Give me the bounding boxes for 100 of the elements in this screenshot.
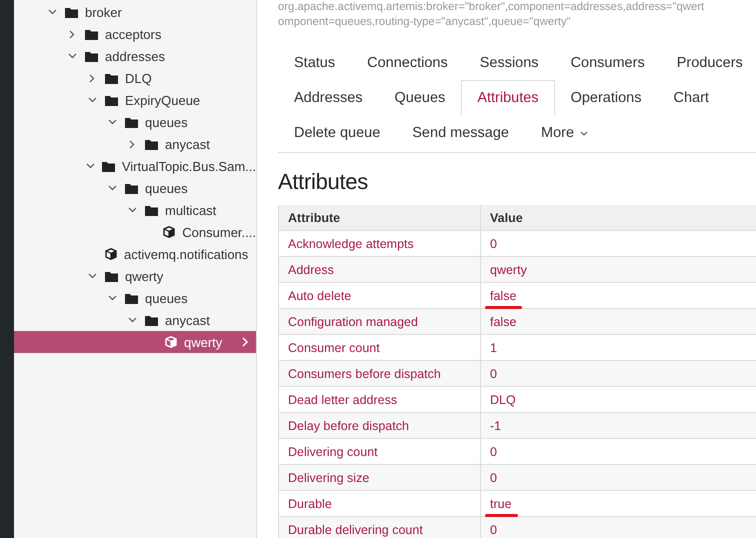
tree-item[interactable]: VirtualTopic.Bus.Sam... <box>14 155 256 177</box>
tab[interactable]: Operations <box>554 80 658 115</box>
tab[interactable]: Connections <box>351 45 464 80</box>
folder-icon <box>145 204 158 216</box>
chevron-right-icon[interactable] <box>89 74 95 82</box>
table-cell: Delivering count <box>279 439 481 464</box>
tree-item[interactable]: activemq.notifications <box>14 243 256 265</box>
cube-icon <box>105 248 117 260</box>
table-cell: 0 <box>490 236 497 250</box>
table-cell: -1 <box>490 418 502 432</box>
tree-item[interactable]: Consumer.... <box>14 221 256 243</box>
caret-icon <box>580 130 588 136</box>
tree-item-label: acceptors <box>105 26 162 42</box>
tab[interactable]: Producers <box>660 45 756 80</box>
chevron-right-icon <box>242 337 248 347</box>
object-name-text: omponent=queues,routing-type="anycast",queue="qwerty" <box>278 15 572 30</box>
folder-icon <box>105 72 118 84</box>
folder-icon <box>105 270 118 282</box>
tree-item[interactable]: acceptors <box>14 23 256 45</box>
folder-icon <box>125 292 138 304</box>
tree-item-label: VirtualTopic.Bus.Sam... <box>122 158 256 174</box>
object-name-text: org.apache.activemq.artemis:broker="broker",component=addresses,address="qwert <box>278 0 706 15</box>
tab[interactable]: Send message <box>396 115 525 150</box>
table-cell: false <box>490 314 516 328</box>
tree-item-label: anycast <box>165 312 210 328</box>
chevron-down-icon[interactable] <box>108 295 116 301</box>
chevron-down-icon[interactable] <box>128 317 136 323</box>
table-cell: qwerty <box>490 262 527 276</box>
tab[interactable]: Delete queue <box>278 115 396 150</box>
table-cell: Configuration managed <box>279 309 481 334</box>
tree-item-label: queues <box>145 290 188 306</box>
table-cell: Auto delete <box>279 283 481 308</box>
folder-icon <box>145 314 158 326</box>
cube-icon <box>163 226 176 238</box>
folder-icon <box>85 50 98 62</box>
tree-item-label: multicast <box>165 202 216 218</box>
table-cell: 0 <box>490 522 497 536</box>
table-cell: DLQ <box>490 392 516 406</box>
tree-item[interactable]: anycast <box>14 309 256 331</box>
table-cell: Delay before dispatch <box>279 413 481 438</box>
tree-item[interactable]: queues <box>14 287 256 309</box>
chevron-down-icon[interactable] <box>108 185 116 191</box>
tree-item[interactable]: anycast <box>14 133 256 155</box>
cube-icon <box>165 336 177 348</box>
chevron-down-icon[interactable] <box>108 119 116 125</box>
tree-item-label: DLQ <box>125 70 152 86</box>
table-cell: 1 <box>490 340 497 354</box>
tree-item-label: addresses <box>105 48 165 64</box>
tree-item-label: activemq.notifications <box>124 246 248 262</box>
tree-item-label: anycast <box>165 136 210 152</box>
chevron-down-icon[interactable] <box>88 97 96 103</box>
tree-item-label: queues <box>145 180 188 196</box>
tree-item[interactable]: broker <box>14 1 256 23</box>
table-cell: Consumer count <box>279 335 481 360</box>
section-heading: Attributes <box>278 169 369 195</box>
tree-item[interactable]: ExpiryQueue <box>14 89 256 111</box>
tree-item[interactable]: queues <box>14 177 256 199</box>
table-cell: 0 <box>490 444 497 458</box>
table-cell: 0 <box>490 366 497 380</box>
tab[interactable]: Chart <box>658 80 725 115</box>
tree-item-label: Consumer.... <box>182 224 256 240</box>
table-cell: Consumers before dispatch <box>279 361 481 386</box>
tree-item[interactable]: addresses <box>14 45 256 67</box>
folder-icon <box>85 28 98 40</box>
more-dropdown[interactable]: More <box>525 115 604 150</box>
chevron-down-icon[interactable] <box>128 207 136 213</box>
table-cell: Address <box>279 257 481 282</box>
tree-item[interactable]: multicast <box>14 199 256 221</box>
chevron-down-icon[interactable] <box>68 53 76 59</box>
column-header: Attribute <box>279 205 481 230</box>
table-cell: Acknowledge attempts <box>279 231 481 256</box>
chevron-down-icon[interactable] <box>88 273 96 279</box>
tab[interactable]: Consumers <box>554 45 661 80</box>
tab[interactable]: Attributes <box>461 80 555 115</box>
chevron-right-icon[interactable] <box>69 30 75 38</box>
table-cell: Dead letter address <box>279 387 481 412</box>
tab[interactable]: Status <box>278 45 352 80</box>
folder-icon <box>145 138 158 150</box>
tree-item[interactable]: queues <box>14 111 256 133</box>
folder-icon <box>105 94 118 106</box>
tab[interactable]: Queues <box>378 80 462 115</box>
table-cell: Delivering size <box>279 465 481 490</box>
tree-item[interactable]: qwerty <box>14 331 256 353</box>
tree-item[interactable]: DLQ <box>14 67 256 89</box>
table-cell: false <box>490 288 516 302</box>
tree-item-label: qwerty <box>184 334 222 350</box>
tree-item-label: queues <box>145 114 188 130</box>
tab[interactable]: Sessions <box>464 45 555 80</box>
table-cell: 0 <box>490 470 497 484</box>
tree-item-label: ExpiryQueue <box>125 92 200 108</box>
column-header: Value <box>489 210 524 226</box>
folder-icon <box>102 160 115 172</box>
chevron-right-icon[interactable] <box>129 140 135 148</box>
chevron-down-icon[interactable] <box>86 163 95 169</box>
tree-item-label: qwerty <box>125 268 164 284</box>
chevron-down-icon[interactable] <box>48 9 56 15</box>
tree-item-label: broker <box>85 4 122 20</box>
tree-item[interactable]: qwerty <box>14 265 256 287</box>
tab[interactable]: Addresses <box>278 80 379 115</box>
table-cell: Durable delivering count <box>279 517 481 538</box>
